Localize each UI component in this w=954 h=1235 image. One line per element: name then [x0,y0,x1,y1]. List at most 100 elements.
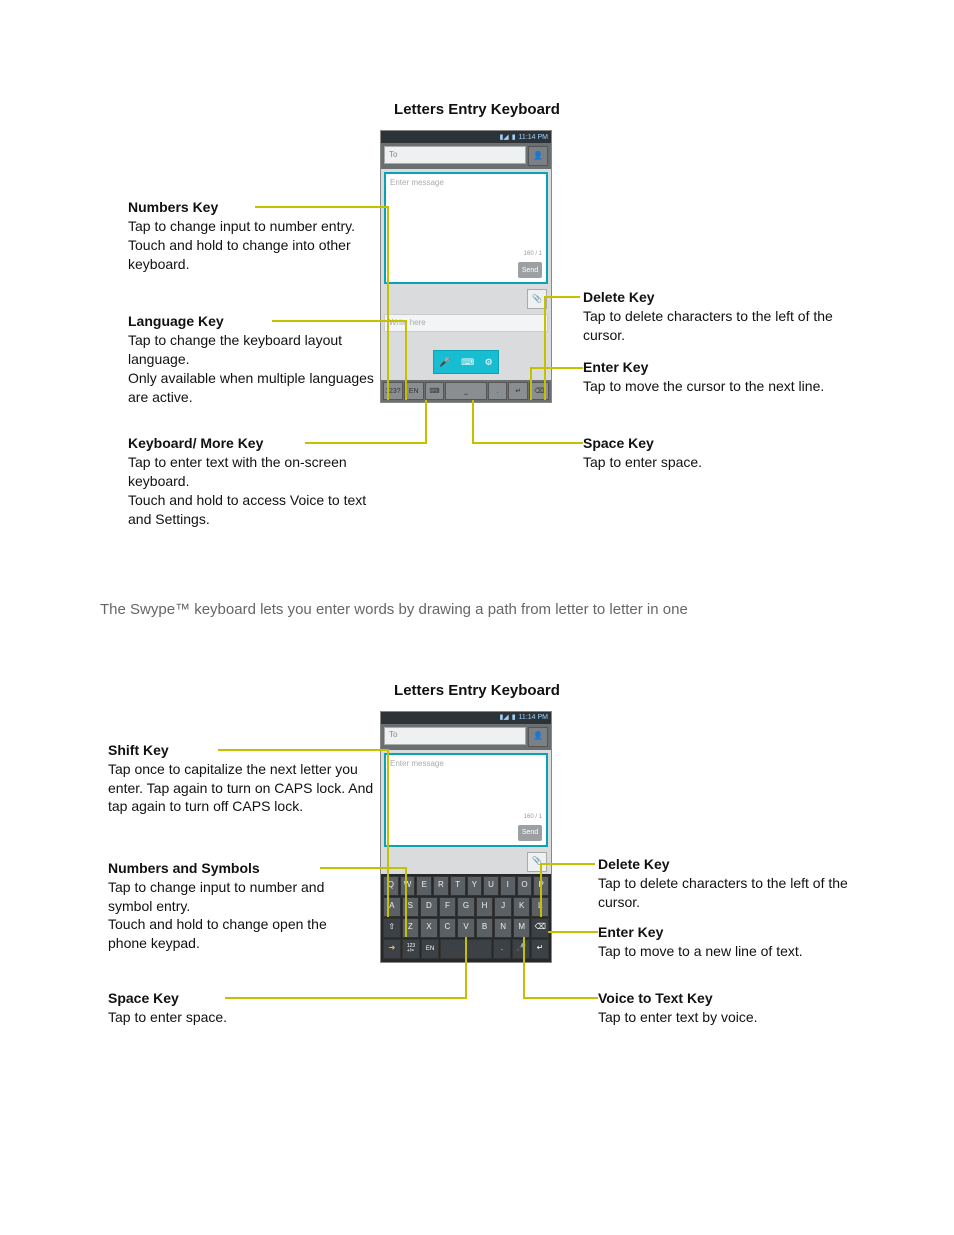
key-q[interactable]: Q [383,876,399,896]
status-time: 11:14 PM [519,133,548,142]
gear-icon: ⚙ [485,356,493,368]
callout-heading: Delete Key [583,288,863,307]
key-c[interactable]: C [439,918,457,938]
attach-button[interactable]: 📎 [527,852,547,872]
enter-key[interactable]: ↵ [531,939,549,959]
person-icon: 👤 [533,151,543,162]
signal-icon: ▮◢ [499,713,508,722]
message-field[interactable]: Enter message 160 / 1 Send [384,753,548,847]
key-v[interactable]: V [457,918,475,938]
key-a[interactable]: A [383,897,401,917]
callout-heading: Language Key [128,312,378,331]
callout-line [387,206,389,400]
key-m[interactable]: M [513,918,531,938]
numbers-key[interactable]: 123? [383,382,403,400]
callout-line [472,400,474,444]
key-e[interactable]: E [416,876,432,896]
key-h[interactable]: H [476,897,494,917]
key-x[interactable]: X [420,918,438,938]
swype-key[interactable]: ➜ [383,939,401,959]
person-icon: 👤 [533,731,543,742]
callout-delete-key: Delete Key Tap to delete characters to t… [583,288,863,345]
key-w[interactable]: W [400,876,416,896]
key-o[interactable]: O [517,876,533,896]
callout-line [540,863,595,865]
message-placeholder: Enter message [390,178,444,187]
mic-icon: 🎤 [439,356,450,368]
callout-space-key: Space Key Tap to enter space. [108,989,227,1027]
callout-space-key: Space Key Tap to enter space. [583,434,702,472]
key-k[interactable]: K [513,897,531,917]
callout-line [472,442,583,444]
callout-line [530,367,583,369]
callout-heading: Space Key [108,989,227,1008]
message-placeholder: Enter message [390,759,444,768]
callout-enter-key: Enter Key Tap to move the cursor to the … [583,358,824,396]
paperclip-icon: 📎 [532,294,542,305]
send-button[interactable]: Send [518,825,542,841]
write-here-field[interactable]: Write here [384,314,548,332]
callout-heading: Shift Key [108,741,378,760]
callout-heading: Space Key [583,434,702,453]
key-n[interactable]: N [494,918,512,938]
key-f[interactable]: F [439,897,457,917]
battery-icon: ▮ [512,133,516,142]
char-count: 160 / 1 [524,813,542,821]
period-key[interactable]: . [493,939,511,959]
callout-heading: Enter Key [598,923,803,942]
callout-body: Tap to enter text by voice. [598,1008,758,1027]
callout-line [465,937,467,999]
key-j[interactable]: J [494,897,512,917]
signal-icon: ▮◢ [499,133,508,142]
key-g[interactable]: G [457,897,475,917]
callout-heading: Enter Key [583,358,824,377]
language-key[interactable]: EN [421,939,439,959]
callout-line [405,867,407,937]
callout-enter-key-2: Enter Key Tap to move to a new line of t… [598,923,803,961]
shift-key[interactable]: ⇧ [383,918,401,938]
section1-title: Letters Entry Keyboard [40,100,914,120]
numbers-symbols-key[interactable]: 123+!= [402,939,420,959]
send-button[interactable]: Send [518,262,542,278]
callout-line [544,296,580,298]
space-key[interactable]: ⎵ [445,382,486,400]
callout-line [387,749,389,917]
callout-heading: Delete Key [598,855,878,874]
callout-line [530,367,532,400]
key-r[interactable]: R [433,876,449,896]
callout-body: Tap to change input to number entry.Touc… [128,217,378,274]
to-field[interactable]: To [384,727,526,745]
callout-numbers-key: Numbers Key Tap to change input to numbe… [128,198,378,274]
keyboard-popup: 🎤 ⌨ ⚙ [433,350,499,374]
callout-body: Tap to delete characters to the left of … [583,307,863,345]
callout-line [523,997,598,999]
contact-picker-button[interactable]: 👤 [528,727,548,747]
callout-body: Tap to delete characters to the left of … [598,874,878,912]
message-field[interactable]: Enter message 160 / 1 Send [384,172,548,284]
status-bar: ▮◢ ▮ 11:14 PM [381,712,551,724]
period-key[interactable]: . [488,382,508,400]
key-d[interactable]: D [420,897,438,917]
contact-picker-button[interactable]: 👤 [528,146,548,166]
callout-heading: Keyboard/ More Key [128,434,378,453]
callout-body: Tap to enter space. [108,1008,227,1027]
swype-paragraph: The Swype™ keyboard lets you enter words… [100,600,914,620]
delete-key[interactable]: ⌫ [531,918,549,938]
status-bar: ▮◢ ▮ 11:14 PM [381,131,551,143]
keyboard-more-key[interactable]: ⌨ [425,382,445,400]
callout-heading: Numbers Key [128,198,378,217]
keyboard-icon: ⌨ [461,356,474,368]
key-b[interactable]: B [476,918,494,938]
callout-line [405,320,407,400]
to-field[interactable]: To [384,146,526,164]
voice-to-text-key[interactable]: 🎤 [512,939,530,959]
callout-body: Tap to move to a new line of text. [598,942,803,961]
key-y[interactable]: Y [467,876,483,896]
callout-voice-to-text-key: Voice to Text Key Tap to enter text by v… [598,989,758,1027]
enter-key[interactable]: ↵ [508,382,528,400]
key-t[interactable]: T [450,876,466,896]
delete-key[interactable]: ⌫ [529,382,549,400]
key-u[interactable]: U [483,876,499,896]
callout-body: Tap to enter space. [583,453,702,472]
key-i[interactable]: I [500,876,516,896]
